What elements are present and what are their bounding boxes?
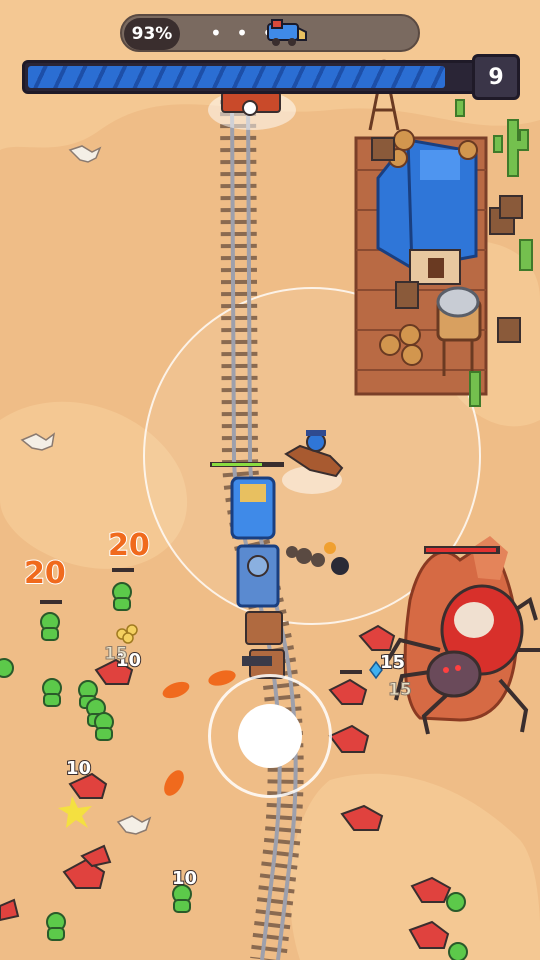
wave-progress-percent: 93%	[124, 18, 180, 50]
joystick-knob[interactable]	[238, 704, 302, 768]
train-health-bar	[22, 60, 482, 94]
damage-number: 20	[107, 527, 151, 564]
coin-pile-icon	[116, 624, 138, 644]
train-icon	[267, 19, 307, 46]
damage-number: 10	[171, 867, 198, 890]
hit-spark	[58, 796, 92, 828]
track-bumper	[208, 90, 296, 130]
damage-number: 15	[104, 644, 129, 665]
game-scene	[0, 0, 540, 960]
damage-number: 10	[65, 757, 92, 780]
damage-number: 15	[379, 651, 406, 674]
damage-number: 15	[388, 680, 413, 701]
train-health-fill	[28, 66, 445, 88]
damage-number: 20	[23, 555, 67, 592]
wave-progress-bar: 93% • • •	[120, 14, 420, 52]
level-indicator: 9	[472, 54, 520, 100]
